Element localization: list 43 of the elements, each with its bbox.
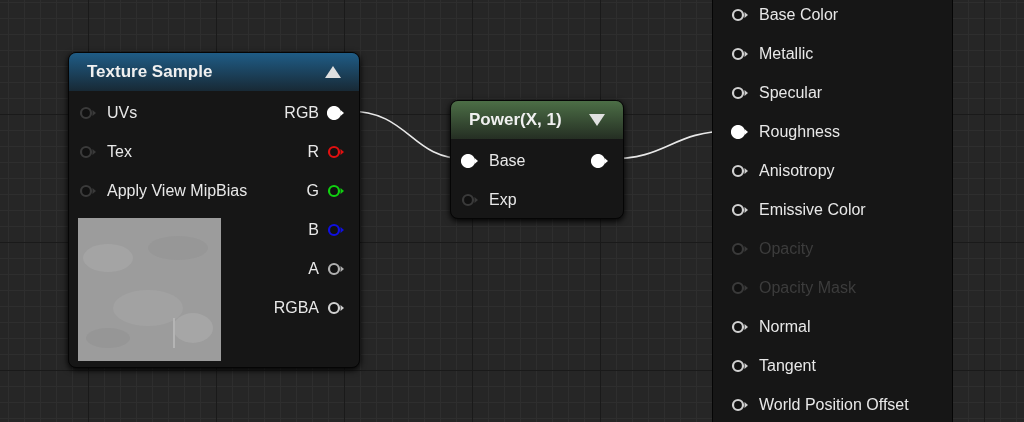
- pin-icon[interactable]: [731, 397, 749, 412]
- pin-icon[interactable]: [327, 261, 345, 276]
- pin-label: Metallic: [759, 43, 814, 64]
- pin-label: Tangent: [759, 355, 816, 376]
- pin-label: Exp: [489, 189, 517, 210]
- pin-label: UVs: [107, 102, 138, 123]
- pin-icon[interactable]: [731, 202, 749, 217]
- node-header[interactable]: Texture Sample: [69, 53, 359, 91]
- pin-label: Specular: [759, 82, 823, 103]
- pin-label: R: [307, 141, 319, 162]
- pin-label: Apply View MipBias: [107, 180, 248, 201]
- pin-label: B: [308, 219, 319, 240]
- pin-label: G: [306, 180, 319, 201]
- pin-icon[interactable]: [731, 124, 749, 139]
- power-node[interactable]: Power(X, 1) Base Exp: [450, 100, 624, 219]
- node-title: Texture Sample: [87, 61, 213, 84]
- pin-label: RGBA: [273, 297, 319, 318]
- pin-label: Emissive Color: [759, 199, 866, 220]
- pin-icon[interactable]: [731, 319, 749, 334]
- pin-label: RGB: [284, 102, 319, 123]
- pin-icon[interactable]: [327, 183, 345, 198]
- pin-label: Tex: [107, 141, 132, 162]
- pin-icon[interactable]: [327, 105, 345, 120]
- pin-icon[interactable]: [731, 163, 749, 178]
- pin-label: World Position Offset: [759, 394, 909, 415]
- pin-icon[interactable]: [461, 153, 479, 168]
- node-title: Power(X, 1): [469, 109, 562, 132]
- pin-label: Normal: [759, 316, 811, 337]
- pin-label: Roughness: [759, 121, 840, 142]
- texture-sample-node[interactable]: Texture Sample UVs Tex Apply View MipBias RGB R G B A RGBA: [68, 52, 360, 368]
- pin-label: A: [308, 258, 319, 279]
- collapse-arrow-icon[interactable]: [589, 114, 605, 126]
- pin-icon[interactable]: [731, 46, 749, 61]
- pin-label: Base Color: [759, 4, 839, 25]
- collapse-arrow-icon[interactable]: [325, 66, 341, 78]
- node-header[interactable]: Power(X, 1): [451, 101, 623, 139]
- pin-icon[interactable]: [731, 7, 749, 22]
- pin-icon[interactable]: [731, 358, 749, 373]
- pin-label: Base: [489, 150, 526, 171]
- pin-label: Anisotropy: [759, 160, 835, 181]
- pin-icon[interactable]: [591, 153, 609, 168]
- pin-icon[interactable]: [327, 300, 345, 315]
- pin-icon[interactable]: [731, 85, 749, 100]
